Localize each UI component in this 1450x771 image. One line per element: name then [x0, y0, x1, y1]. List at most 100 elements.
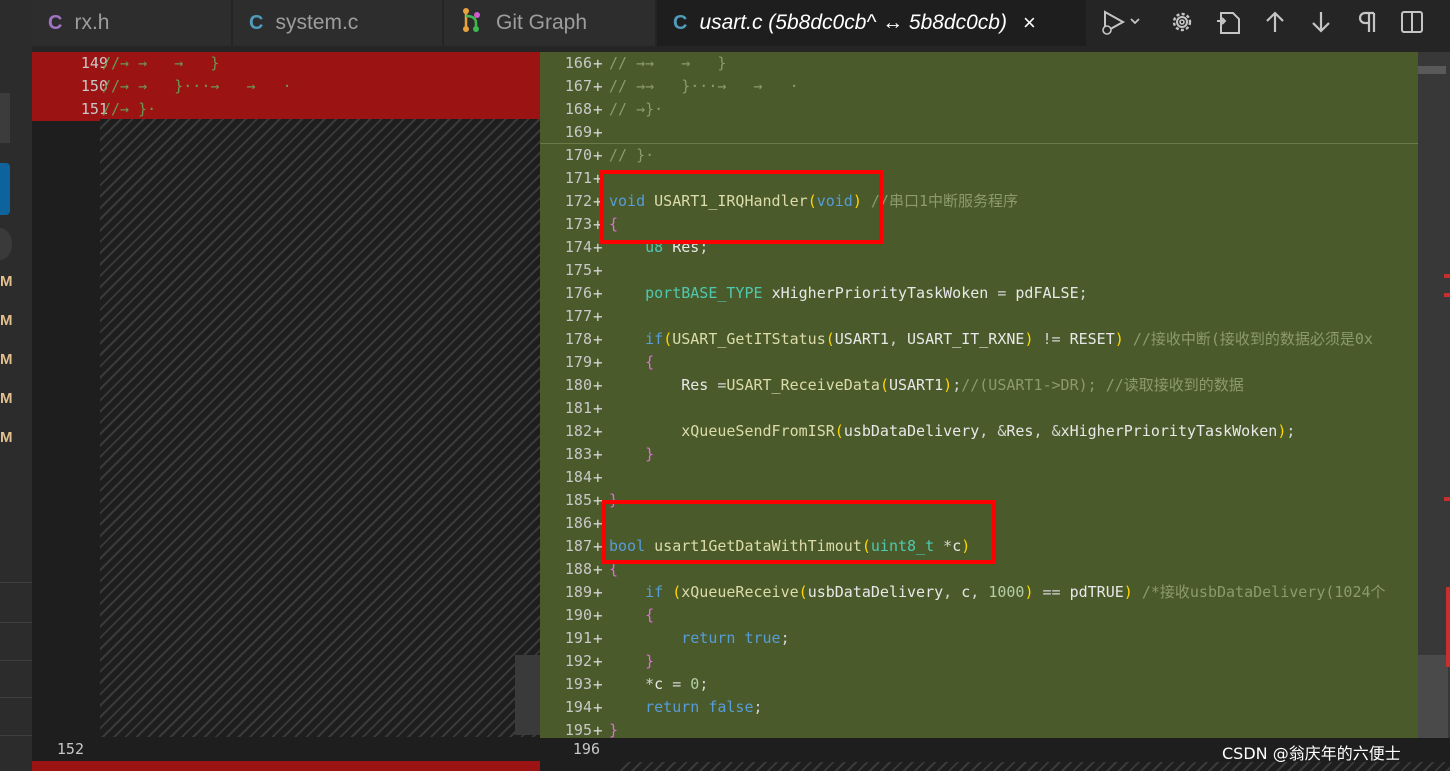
line-number: 190 — [564, 606, 592, 624]
diff-original-pane[interactable]: 149 //→ → → } 150 //→ → }···→ → · 151 //… — [32, 52, 540, 771]
insert-marker: + — [593, 422, 603, 441]
tab-system-c[interactable]: C system.c — [233, 0, 443, 46]
open-file-icon[interactable] — [1212, 8, 1246, 36]
diff-modified-pane[interactable]: 166 +// →→ → } 167 +// →→ }···→ → · 168 +// →… — [540, 52, 1450, 771]
line-number: 193 — [564, 675, 592, 693]
close-icon[interactable]: × — [1023, 10, 1036, 36]
tab-bar: C rx.h C system.c Git Graph C usart.c (5… — [32, 0, 1450, 52]
code-line[interactable]: 180 + Res =USART_ReceiveData(USART1);//(U… — [540, 374, 1418, 397]
code-line[interactable]: 182 + xQueueSendFromISR(usbDataDelivery, … — [540, 420, 1418, 443]
insert-marker: + — [593, 284, 603, 303]
gear-icon[interactable] — [1166, 8, 1198, 36]
insert-marker: + — [593, 261, 603, 280]
line-number: 196 — [572, 740, 600, 758]
comment-text: // →→ }···→ → · — [609, 77, 799, 95]
line-number: 185 — [564, 491, 592, 509]
insert-marker: + — [593, 675, 603, 694]
code-line[interactable]: 178 + if(USART_GetITStatus(USART1, USART_… — [540, 328, 1418, 351]
line-text: } — [609, 650, 654, 673]
deleted-line — [32, 761, 540, 771]
code-line[interactable]: 190 + { — [540, 604, 1418, 627]
watermark: CSDN @翁庆年的六便士 — [1222, 744, 1401, 763]
code-text: *c = 0; — [609, 675, 709, 693]
line-number: 181 — [564, 399, 592, 417]
debug-run-icon[interactable] — [1094, 8, 1144, 36]
line-number: 170 — [564, 146, 592, 164]
modified-mark: M — [0, 273, 13, 290]
line-text: if (xQueueReceive(usbDataDelivery, c, 10… — [609, 581, 1385, 604]
scrollbar-thumb[interactable] — [515, 655, 540, 735]
deleted-line: 149 //→ → → } — [32, 52, 540, 75]
line-number: 174 — [564, 238, 592, 256]
line-number: 178 — [564, 330, 592, 348]
code-line[interactable]: 184 + — [540, 466, 1418, 489]
line-text: { — [609, 604, 654, 627]
line-number: 182 — [564, 422, 592, 440]
insert-marker: + — [593, 376, 603, 395]
highlight-box-getdata — [602, 500, 996, 564]
insert-marker: + — [593, 307, 603, 326]
line-text: // →→ }···→ → · — [609, 75, 799, 98]
split-editor-icon[interactable] — [1396, 8, 1428, 36]
line-number: 180 — [564, 376, 592, 394]
activity-item[interactable] — [0, 93, 10, 143]
code-line[interactable]: 179 + { — [540, 351, 1418, 374]
line-text: { — [609, 351, 654, 374]
insert-marker: + — [593, 123, 603, 142]
line-number: 169 — [564, 123, 592, 141]
arrow-up-icon[interactable] — [1260, 8, 1290, 36]
line-number: 192 — [564, 652, 592, 670]
deleted-line: 151 //→ }· — [32, 98, 540, 121]
code-line[interactable]: 167 + // →→ }···→ → · — [540, 75, 1418, 98]
line-number: 151 — [80, 100, 108, 118]
line-text: portBASE_TYPE xHigherPriorityTaskWoken =… — [609, 282, 1088, 305]
scrollbar-thumb[interactable] — [1418, 655, 1448, 738]
insert-marker: + — [593, 445, 603, 464]
code-text: Res =USART_ReceiveData(USART1);//(USART1… — [681, 376, 1097, 394]
code-line[interactable]: 175 + — [540, 259, 1418, 282]
line-text: // →→ → } — [609, 52, 726, 75]
tab-rx-h[interactable]: C rx.h — [32, 0, 232, 46]
code-line[interactable]: 195 +} — [540, 719, 1418, 742]
line-number: 168 — [564, 100, 592, 118]
divider — [0, 697, 32, 698]
insert-marker: + — [593, 468, 603, 487]
tab-git-graph[interactable]: Git Graph — [444, 0, 656, 46]
code-line[interactable]: 183 + } — [540, 443, 1418, 466]
line-number: 188 — [564, 560, 592, 578]
activity-bar: M M M M M — [0, 0, 32, 771]
insert-marker: + — [593, 583, 603, 602]
line-text: } — [609, 443, 654, 466]
code-line[interactable]: 193 + *c = 0; — [540, 673, 1418, 696]
modified-mark: M — [0, 429, 13, 446]
code-line[interactable]: 168 + // →}· — [540, 98, 1418, 121]
line-number: 176 — [564, 284, 592, 302]
code-text: return false; — [645, 698, 763, 716]
account-icon[interactable] — [0, 228, 12, 260]
code-line[interactable]: 176 + portBASE_TYPE xHigherPriorityTaskWo… — [540, 282, 1418, 305]
code-text: if(USART_GetITStatus(USART1, USART_IT_RX… — [645, 330, 1124, 348]
scm-badge[interactable] — [0, 163, 10, 215]
code-line[interactable]: 194 + return false; — [540, 696, 1418, 719]
insert-marker: + — [593, 77, 603, 96]
comment-text: //串口1中断服务程序 — [870, 192, 1018, 210]
code-line[interactable]: 189 + if (xQueueReceive(usbDataDelivery, … — [540, 581, 1418, 604]
code-line[interactable]: 191 + return true; — [540, 627, 1418, 650]
arrow-down-icon[interactable] — [1306, 8, 1336, 36]
line-number: 150 — [80, 77, 108, 95]
code-line[interactable]: 181 + — [540, 397, 1418, 420]
code-line[interactable]: 166 + // →→ → } — [540, 52, 1418, 75]
pilcrow-icon[interactable] — [1352, 8, 1382, 36]
tab-usart-c-diff[interactable]: C usart.c (5b8dc0cb^ ↔ 5b8dc0cb) × — [657, 0, 1087, 46]
code-line[interactable]: 169 + — [540, 121, 1418, 144]
tab-label: system.c — [275, 11, 359, 34]
c-file-icon: C — [249, 11, 264, 34]
code-text: } — [645, 445, 655, 463]
line-number: 194 — [564, 698, 592, 716]
code-line[interactable]: 170 + // }· — [540, 144, 1418, 167]
code-line[interactable]: 177 + — [540, 305, 1418, 328]
line-number: 187 — [564, 537, 592, 555]
comment-text: // }· — [609, 146, 655, 164]
line-text: xQueueSendFromISR(usbDataDelivery, &Res,… — [609, 420, 1295, 443]
code-line[interactable]: 192 + } — [540, 650, 1418, 673]
